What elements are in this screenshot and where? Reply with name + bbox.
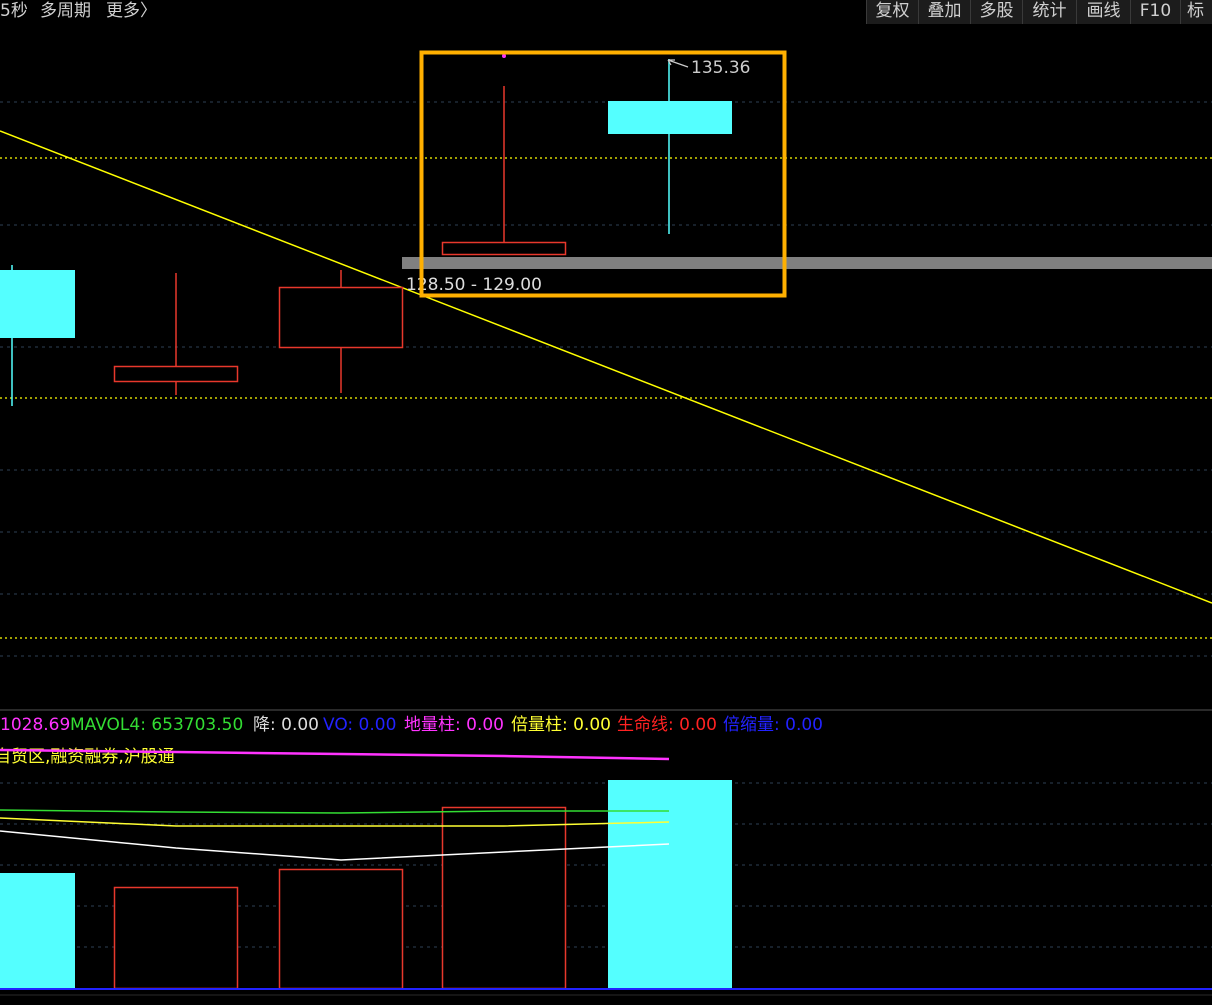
chart-canvas: 135.36 128.50 - 129.00 1028.69 MAVOL4: 6… xyxy=(0,50,1212,996)
price-zone-label: 128.50 - 129.00 xyxy=(406,275,542,295)
indicator-legend: 1028.69 MAVOL4: 653703.50 降: 0.00 VO: 0.… xyxy=(0,715,823,735)
high-price-label: 135.36 xyxy=(691,58,750,78)
limit-marker xyxy=(502,54,506,58)
candle[interactable] xyxy=(278,270,404,393)
reference-lines xyxy=(0,157,1212,639)
legend-shrink-volume: 倍缩量: 0.00 xyxy=(723,715,823,735)
volume-ma-yellow xyxy=(0,817,670,827)
volume-bar[interactable] xyxy=(0,873,75,989)
volume-ma-white xyxy=(0,830,670,861)
volume-bar[interactable] xyxy=(441,806,567,990)
legend-ground-volume: 地量柱: 0.00 xyxy=(404,715,504,735)
volume-bar[interactable] xyxy=(278,868,404,990)
volume-bar[interactable] xyxy=(113,886,239,990)
candle[interactable] xyxy=(113,273,239,395)
legend-lifeline: 生命线: 0.00 xyxy=(617,715,717,735)
legend-double-volume: 倍量柱: 0.00 xyxy=(511,715,611,735)
candle[interactable] xyxy=(0,265,75,406)
price-zone-band[interactable] xyxy=(402,257,1212,269)
candle[interactable] xyxy=(608,59,732,234)
legend-value-ma: 1028.69 xyxy=(0,715,70,735)
legend-decline: 降: 0.00 xyxy=(253,715,319,735)
volume-ma-green xyxy=(0,809,669,814)
high-price-marker: 135.36 xyxy=(667,58,750,78)
legend-vo: VO: 0.00 xyxy=(323,715,396,735)
legend-mavol4: MAVOL4: 653703.50 xyxy=(70,715,243,735)
candle[interactable] xyxy=(441,54,567,256)
